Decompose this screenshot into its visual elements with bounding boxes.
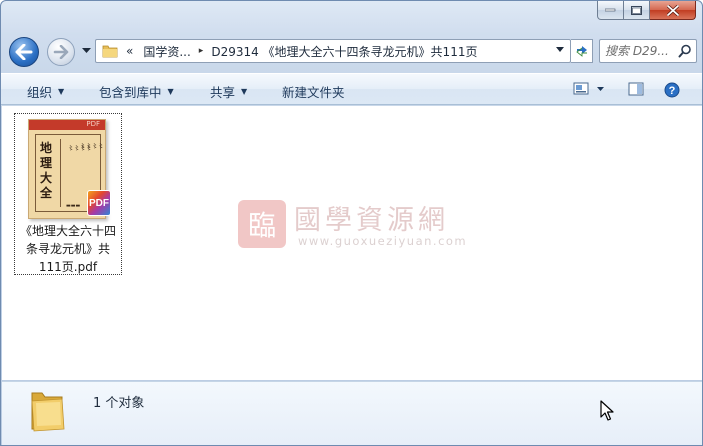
new-folder-label: 新建文件夹 [282,85,345,100]
close-button[interactable] [650,1,696,20]
chevron-down-icon [81,48,91,53]
forward-button[interactable] [47,38,75,66]
command-bar: 组织 ▼ 包含到库中 ▼ 共享 ▼ 新建文件夹 ? [1,73,702,105]
item-count: 1 个对象 [93,396,145,411]
file-name-line-1: 《地理大全六十四 [19,224,116,238]
recent-pages-button[interactable] [80,44,92,58]
address-dropdown-icon[interactable] [556,45,564,55]
svg-text:?: ? [669,85,676,97]
chevron-down-icon: ▼ [167,87,174,96]
minimize-button[interactable] [597,1,624,20]
folder-icon [31,392,65,432]
file-name-line-2: 条寻龙元机》共 [25,242,110,256]
include-in-library-menu[interactable]: 包含到库中 ▼ [99,82,174,101]
search-icon[interactable] [678,44,692,58]
search-input[interactable] [605,44,679,58]
thumbnail-header-bar: PDF [29,120,105,130]
breadcrumb-segment-current[interactable]: D29314 《地理大全六十四条寻龙元机》共111页 [211,43,477,60]
details-pane: 1 个对象 [2,381,702,445]
watermark-seal: 臨 [238,200,286,248]
thumbnail-divider [60,139,61,207]
folder-icon [102,45,118,58]
file-list-pane[interactable]: PDF 地理大全 〻〻〻〻 〻〻〻〻 ▬▬▬ PDF 《地理大全六十四 条寻龙元… [2,106,702,380]
thumbnail-text: 〻〻〻〻 [68,145,93,152]
breadcrumb-segment-guoxue[interactable]: 国学资... [143,43,190,60]
breadcrumb-overflow[interactable]: « [126,44,133,58]
chevron-down-icon: ▼ [241,87,248,96]
search-box[interactable] [599,39,697,63]
address-bar[interactable]: « 国学资... ▸ D29314 《地理大全六十四条寻龙元机》共111页 [95,39,571,63]
pdf-file-icon: PDF [87,190,111,216]
organize-label: 组织 [27,85,53,100]
include-in-library-label: 包含到库中 [99,85,162,100]
file-name-line-3: 111页.pdf [38,260,98,274]
thumbnail-title: 地理大全 [40,141,53,200]
breadcrumb: « 国学资... ▸ D29314 《地理大全六十四条寻龙元机》共111页 [126,43,477,60]
view-icon [573,82,604,95]
caption-buttons [597,1,696,20]
watermark-url: www.guoxueziyuan.com [298,234,468,248]
maximize-icon [631,5,642,15]
watermark-chinese: 國學資源網 [294,205,449,236]
change-view-button[interactable] [573,82,607,99]
refresh-button[interactable] [571,39,593,63]
mouse-cursor-icon [600,400,614,421]
refresh-icon [575,46,587,57]
close-icon [666,4,679,16]
file-name[interactable]: 《地理大全六十四 条寻龙元机》共 111页.pdf [15,222,121,276]
thumbnail-text: 〻〻〻〻 [80,143,105,150]
share-menu[interactable]: 共享 ▼ [210,82,247,101]
new-folder-button[interactable]: 新建文件夹 [282,82,345,101]
preview-pane-icon [628,82,644,96]
explorer-window: « 国学资... ▸ D29314 《地理大全六十四条寻龙元机》共111页 搜索… [0,0,703,446]
watermark: 臨 國學資源網 www.guoxueziyuan.com [238,194,470,254]
back-button[interactable] [9,37,39,67]
minimize-icon [605,8,616,12]
thumbnail-header-label: PDF [86,120,100,128]
navigation-bar: « 国学资... ▸ D29314 《地理大全六十四条寻龙元机》共111页 [9,35,697,67]
preview-pane-button[interactable] [628,82,644,99]
breadcrumb-separator[interactable]: ▸ [199,46,204,56]
organize-menu[interactable]: 组织 ▼ [27,82,64,101]
file-item[interactable]: PDF 地理大全 〻〻〻〻 〻〻〻〻 ▬▬▬ PDF 《地理大全六十四 条寻龙元… [14,113,122,275]
chevron-down-icon: ▼ [58,87,65,96]
help-button[interactable]: ? [664,82,680,101]
back-arrow-icon [15,44,33,60]
help-icon: ? [664,82,680,98]
maximize-button[interactable] [624,1,650,20]
thumbnail-footer: ▬▬▬ [66,203,81,209]
share-label: 共享 [210,85,236,100]
forward-arrow-icon [53,45,69,59]
